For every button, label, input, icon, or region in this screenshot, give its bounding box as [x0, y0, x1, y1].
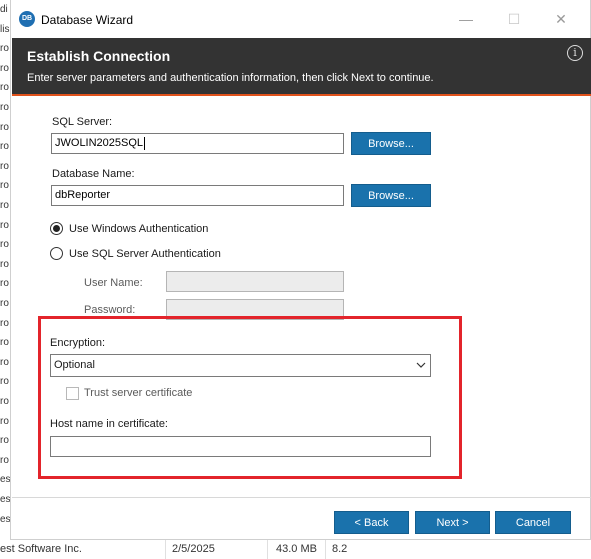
background-size: 43.0 MB [276, 543, 317, 555]
page-title: Establish Connection [27, 48, 171, 64]
text-caret [144, 136, 146, 150]
sql-server-input[interactable]: JWOLIN2025SQL [51, 133, 344, 154]
background-column-divider [325, 540, 326, 559]
windows-auth-label[interactable]: Use Windows Authentication [69, 223, 208, 235]
wizard-header: Establish Connection Enter server parame… [12, 38, 591, 96]
windows-auth-radio[interactable] [50, 222, 63, 235]
back-button[interactable]: < Back [334, 511, 409, 534]
background-list-fragment: ro [0, 43, 9, 55]
background-list-fragment: ro [0, 337, 9, 349]
database-name-value: dbReporter [55, 189, 111, 201]
cancel-button[interactable]: Cancel [495, 511, 571, 534]
background-list-fragment: ro [0, 180, 9, 192]
maximize-button[interactable]: ☐ [502, 8, 526, 30]
background-list-fragment: ro [0, 141, 9, 153]
user-name-input [166, 271, 344, 292]
background-list-fragment: ro [0, 278, 9, 290]
background-list-fragment: ro [0, 298, 9, 309]
info-icon[interactable]: i [567, 45, 583, 61]
background-bottom-row: est Software Inc. 2/5/2025 43.0 MB 8.2 [0, 540, 591, 559]
page-subtitle: Enter server parameters and authenticati… [27, 72, 434, 84]
radio-selected-dot [53, 225, 60, 232]
background-list-fragment: ro [0, 415, 9, 427]
background-list-fragment: ro [0, 317, 9, 329]
title-bar[interactable]: DB Database Wizard — ☐ ✕ [11, 0, 590, 38]
background-list-fragment: ro [0, 376, 9, 388]
background-date: 2/5/2025 [172, 543, 215, 555]
footer-divider [12, 497, 591, 498]
app-icon: DB [19, 11, 35, 27]
background-list-fragment: ro [0, 121, 9, 133]
browse-server-button[interactable]: Browse... [351, 132, 431, 155]
sql-auth-label[interactable]: Use SQL Server Authentication [69, 248, 221, 260]
background-list-fragment: ro [0, 102, 9, 113]
background-list-fragment: ro [0, 62, 9, 74]
sql-server-value: JWOLIN2025SQL [55, 137, 144, 149]
database-name-label: Database Name: [52, 168, 135, 180]
password-label: Password: [84, 304, 136, 316]
browse-database-button[interactable]: Browse... [351, 184, 431, 207]
window-title: Database Wizard [41, 13, 134, 27]
background-list-fragment: ro [0, 219, 9, 231]
background-list-fragment: ro [0, 356, 9, 368]
background-list-fragment: ro [0, 239, 9, 251]
background-list-fragment: ro [0, 200, 9, 211]
database-name-input[interactable]: dbReporter [51, 185, 344, 206]
user-name-label: User Name: [84, 277, 143, 289]
minimize-button[interactable]: — [454, 8, 478, 30]
close-button[interactable]: ✕ [549, 8, 573, 30]
background-column-divider [267, 540, 268, 559]
background-list-fragment: di [0, 4, 8, 15]
background-list-fragment: ro [0, 396, 9, 407]
background-list-fragment: lis [0, 23, 10, 35]
sql-auth-radio[interactable] [50, 247, 63, 260]
background-list-fragment: ro [0, 435, 9, 447]
background-publisher: est Software Inc. [0, 543, 82, 555]
annotation-highlight-box [38, 316, 462, 479]
background-list-fragment: ro [0, 160, 9, 172]
sql-server-label: SQL Server: [52, 116, 113, 128]
background-list-fragment: ro [0, 258, 9, 270]
background-version: 8.2 [332, 543, 348, 555]
background-column-divider [165, 540, 166, 559]
database-wizard-window: DB Database Wizard — ☐ ✕ Establish Conne… [10, 0, 591, 540]
background-list-fragment: ro [0, 82, 9, 94]
next-button[interactable]: Next > [415, 511, 490, 534]
background-list-fragment: ro [0, 454, 9, 466]
